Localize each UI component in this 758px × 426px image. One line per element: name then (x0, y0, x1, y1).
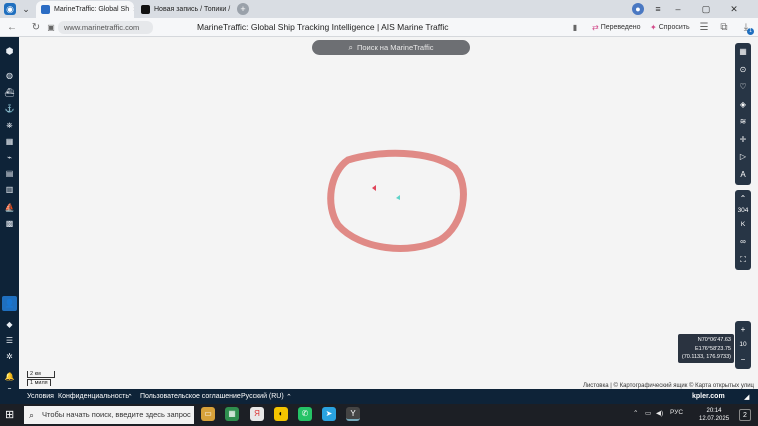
right-toolbar-bottom: ⌃ 304 K ∞ ⛶ (735, 190, 751, 270)
map-scale: 2 км 1 миля (27, 371, 55, 386)
weather-icon[interactable]: ♡ (735, 80, 751, 94)
filters-icon[interactable]: ⊙ (735, 63, 751, 77)
tray-chevron-icon[interactable]: ⌃ (633, 409, 638, 417)
file-explorer-icon[interactable]: ▭ (201, 407, 215, 421)
labels-icon[interactable]: A (735, 168, 751, 182)
heading-unit: K (740, 221, 746, 228)
network-icon[interactable]: ▭ (645, 409, 651, 417)
yandex-icon[interactable]: Я (250, 407, 264, 421)
coordinates-readout: N70°06'47.63 E176°58'23.75 (70.1133, 176… (678, 334, 734, 363)
footer-terms-link[interactable]: Условия (27, 393, 54, 400)
windows-start-icon[interactable]: ⊞ (5, 409, 17, 421)
search-icon: ⌕ (348, 43, 353, 52)
android-icon[interactable]: ◢ (744, 393, 749, 401)
site-footer: Условия Конфиденциальность ⌃ Пользовател… (0, 389, 758, 404)
hand-drawn-circle-annotation (327, 149, 467, 252)
map-options-icon[interactable]: ▦ (735, 45, 751, 59)
zoom-level: 10 (739, 341, 747, 348)
footer-language-select[interactable]: Русский (RU) (241, 393, 284, 400)
footer-privacy-link[interactable]: Конфиденциальность (58, 393, 129, 400)
play-track-icon[interactable]: ▷ (735, 150, 751, 164)
keyboard-language[interactable]: РУС (670, 409, 683, 416)
zoom-out-button[interactable]: − (735, 353, 751, 367)
link-icon[interactable]: ∞ (735, 235, 751, 249)
right-toolbar-top: ▦ ⊙ ♡ ◈ ≋ ✛ ▷ A (735, 43, 751, 185)
zoom-in-button[interactable]: + (735, 323, 751, 337)
yandex-browser-icon[interactable]: Y (346, 407, 360, 421)
chevron-up-icon[interactable]: ⌃ (286, 393, 292, 401)
zoom-controls: + 10 − (735, 321, 751, 369)
layers-toggle-icon[interactable]: ◈ (735, 98, 751, 112)
notification-center[interactable]: 2 (739, 409, 751, 421)
map-search-box[interactable]: ⌕ Поиск на MarineTraffic (312, 40, 470, 55)
whatsapp-icon[interactable]: ✆ (298, 407, 312, 421)
compass-icon[interactable]: ⌃ (735, 192, 751, 206)
fullscreen-icon[interactable]: ⛶ (735, 253, 751, 267)
beeline-icon[interactable]: ◐ (274, 407, 288, 421)
measure-icon[interactable]: ✛ (735, 133, 751, 147)
volume-icon[interactable]: ◀) (656, 409, 663, 417)
kpler-brand[interactable]: kpler.com (692, 393, 725, 400)
search-icon: ⌕ (29, 410, 35, 420)
vessel-marker-red[interactable] (372, 185, 376, 191)
footer-user-agreement-link[interactable]: Пользовательское соглашение (140, 393, 241, 400)
telegram-icon[interactable]: ➤ (322, 407, 336, 421)
heading-value: 304 (737, 207, 749, 214)
wind-icon[interactable]: ≋ (735, 115, 751, 129)
vessel-marker-teal[interactable] (396, 195, 400, 200)
chevron-up-icon[interactable]: ⌃ (127, 393, 133, 401)
taskbar-search-input[interactable]: ⌕ Чтобы начать поиск, введите здесь запр… (24, 406, 194, 424)
taskbar-clock[interactable]: 20:14 12.07.2025 (699, 407, 729, 423)
map-annotation-layer (327, 149, 467, 252)
excel-icon[interactable]: ▦ (225, 407, 239, 421)
